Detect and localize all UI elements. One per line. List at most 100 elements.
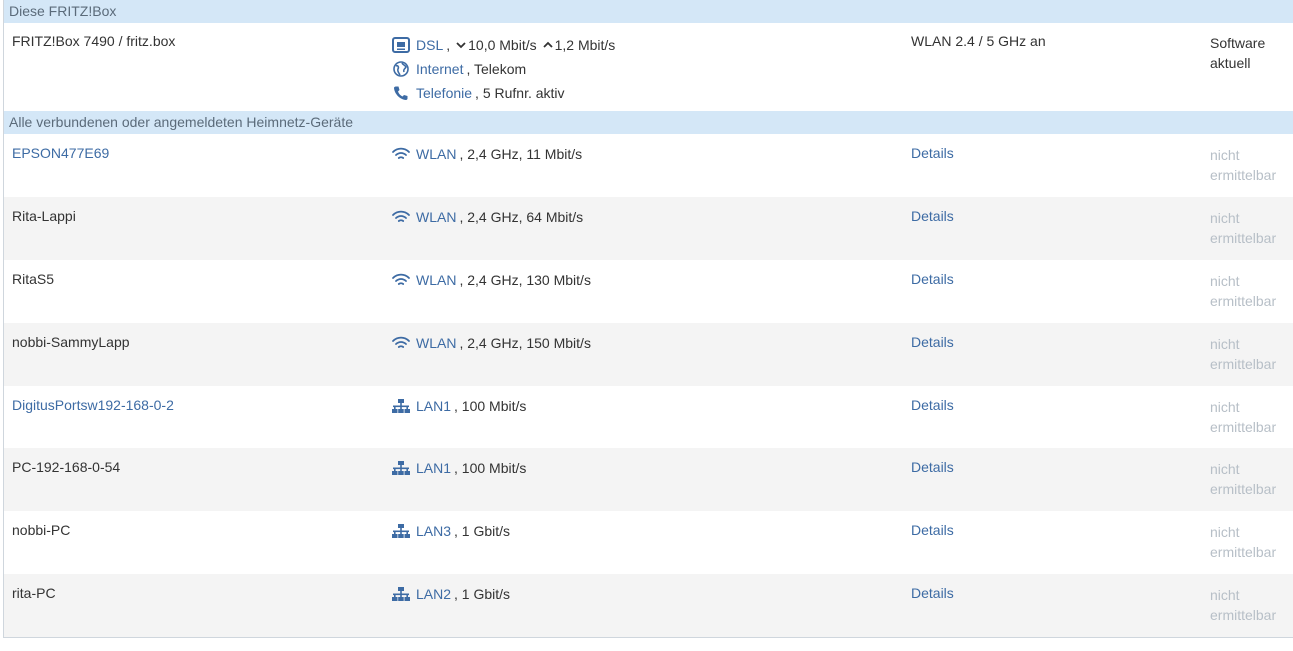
software-status-line1: Software xyxy=(1210,35,1266,51)
details-cell: Details xyxy=(911,334,1191,350)
device-name: nobbi-SammyLapp xyxy=(12,333,130,350)
connection-link[interactable]: LAN1 xyxy=(416,460,451,476)
device-property-line1: nicht xyxy=(1210,272,1240,289)
device-connection: LAN2 , 1 Gbit/s xyxy=(391,585,891,603)
dsl-modem-icon xyxy=(391,36,411,54)
device-property-line2: ermittelbar xyxy=(1210,607,1277,624)
device-name-cell: Rita-Lappi xyxy=(12,208,382,224)
device-connection: WLAN , 2,4 GHz, 130 Mbit/s xyxy=(391,271,891,289)
wifi-icon xyxy=(391,271,411,289)
details-link[interactable]: Details xyxy=(911,397,954,413)
device-name: Rita-Lappi xyxy=(12,207,76,224)
device-property: nicht ermittelbar xyxy=(1210,585,1293,625)
lan-network-icon xyxy=(391,459,411,477)
devices-section-header: Alle verbundenen oder angemeldeten Heimn… xyxy=(4,111,1293,134)
lan-network-icon xyxy=(391,397,411,415)
device-name-cell: nobbi-SammyLapp xyxy=(12,334,382,350)
device-name: rita-PC xyxy=(12,585,56,602)
device-connection: LAN1 , 100 Mbit/s xyxy=(391,459,891,477)
device-connection: WLAN , 2,4 GHz, 11 Mbit/s xyxy=(391,145,891,163)
connection-details: , 1 Gbit/s xyxy=(454,523,511,540)
device-row-1: Rita-Lappi WLAN , 2,4 GHz, 64 Mbit/s Det… xyxy=(4,196,1293,260)
device-property-line2: ermittelbar xyxy=(1210,167,1277,183)
connection-link[interactable]: WLAN xyxy=(416,146,456,162)
internet-line: Internet , Telekom xyxy=(391,57,891,81)
dsl-line: DSL , 10,0 Mbit/s 1,2 Mbit/s xyxy=(391,33,891,57)
device-name[interactable]: DigitusPortsw192-168-0-2 xyxy=(12,397,174,413)
internet-link[interactable]: Internet xyxy=(416,61,463,77)
connection-link[interactable]: WLAN xyxy=(416,272,456,288)
fritzbox-name: FRITZ!Box 7490 / fritz.box xyxy=(12,33,176,49)
this-fritzbox-header-label: Diese FRITZ!Box xyxy=(9,3,117,19)
device-property-line2: ermittelbar xyxy=(1210,292,1277,309)
details-link[interactable]: Details xyxy=(911,145,954,161)
device-property: nicht ermittelbar xyxy=(1210,208,1293,248)
details-link[interactable]: Details xyxy=(911,271,954,287)
details-link[interactable]: Details xyxy=(911,208,954,224)
device-property-line2: ermittelbar xyxy=(1210,481,1277,498)
wifi-icon xyxy=(391,145,411,163)
details-cell: Details xyxy=(911,397,1191,413)
device-name: RitaS5 xyxy=(12,270,55,287)
device-property: nicht ermittelbar xyxy=(1210,334,1293,374)
device-property: nicht ermittelbar xyxy=(1210,145,1293,185)
device-name: PC-192-168-0-54 xyxy=(12,459,121,476)
connection-link[interactable]: WLAN xyxy=(416,209,456,225)
software-status-line2: aktuell xyxy=(1210,55,1251,71)
device-name-cell: EPSON477E69 xyxy=(12,145,382,161)
device-name: nobbi-PC xyxy=(12,522,71,539)
details-link[interactable]: Details xyxy=(911,522,954,538)
device-property-line1: nicht xyxy=(1210,209,1240,226)
connection-link[interactable]: LAN3 xyxy=(416,523,451,539)
lan-network-icon xyxy=(391,522,411,540)
connection-link[interactable]: LAN2 xyxy=(416,586,451,602)
details-cell: Details xyxy=(911,522,1191,538)
lan-network-icon xyxy=(391,585,411,603)
device-property: nicht ermittelbar xyxy=(1210,271,1293,311)
device-connection: WLAN , 2,4 GHz, 150 Mbit/s xyxy=(391,334,891,352)
home-network-overview: Diese FRITZ!Box FRITZ!Box 7490 / fritz.b… xyxy=(3,0,1293,638)
device-row-3: nobbi-SammyLapp WLAN , 2,4 GHz, 150 Mbit… xyxy=(4,322,1293,386)
details-link[interactable]: Details xyxy=(911,459,954,475)
fritzbox-row: FRITZ!Box 7490 / fritz.box DSL , 10,0 Mb… xyxy=(4,23,1293,111)
device-property-line1: nicht xyxy=(1210,461,1240,478)
software-status: Software aktuell xyxy=(1210,33,1293,73)
device-row-5: PC-192-168-0-54 LAN1 , 100 Mbit/s Detail… xyxy=(4,448,1293,512)
device-name-cell: nobbi-PC xyxy=(12,522,382,538)
connection-details: , 2,4 GHz, 11 Mbit/s xyxy=(459,146,583,162)
device-row-4: DigitusPortsw192-168-0-2 LAN1 , 100 Mbit… xyxy=(4,386,1293,449)
device-connection-line: WLAN , 2,4 GHz, 150 Mbit/s xyxy=(391,334,891,352)
wifi-icon xyxy=(391,208,411,226)
device-connection: LAN3 , 1 Gbit/s xyxy=(391,522,891,540)
connection-details: , 2,4 GHz, 130 Mbit/s xyxy=(459,271,591,288)
telefonie-link[interactable]: Telefonie xyxy=(416,85,472,101)
internet-provider: , Telekom xyxy=(466,61,527,77)
device-name[interactable]: EPSON477E69 xyxy=(12,145,109,161)
wlan-status: WLAN 2.4 / 5 GHz an xyxy=(911,33,1046,49)
device-property-line1: nicht xyxy=(1210,147,1240,163)
chevron-up-icon xyxy=(542,41,553,49)
dsl-separator: , xyxy=(446,37,451,53)
details-cell: Details xyxy=(911,271,1191,287)
device-property: nicht ermittelbar xyxy=(1210,397,1293,437)
connection-details: , 1 Gbit/s xyxy=(454,586,511,603)
fritzbox-connections: DSL , 10,0 Mbit/s 1,2 Mbit/s Internet , … xyxy=(391,33,891,105)
device-property: nicht ermittelbar xyxy=(1210,459,1293,499)
telefonie-status: , 5 Rufnr. aktiv xyxy=(475,85,565,101)
details-link[interactable]: Details xyxy=(911,585,954,601)
device-property-line1: nicht xyxy=(1210,398,1240,415)
device-property-line2: ermittelbar xyxy=(1210,418,1277,435)
device-connection: LAN1 , 100 Mbit/s xyxy=(391,397,891,415)
devices-section-header-label: Alle verbundenen oder angemeldeten Heimn… xyxy=(9,114,353,130)
device-name-cell: rita-PC xyxy=(12,585,382,601)
dsl-link[interactable]: DSL xyxy=(416,37,443,53)
connection-details: , 2,4 GHz, 150 Mbit/s xyxy=(459,334,591,351)
connection-link[interactable]: WLAN xyxy=(416,335,456,351)
connection-link[interactable]: LAN1 xyxy=(416,398,451,414)
this-fritzbox-header: Diese FRITZ!Box xyxy=(4,0,1293,23)
device-connection-line: WLAN , 2,4 GHz, 11 Mbit/s xyxy=(391,145,891,163)
connection-details: , 2,4 GHz, 64 Mbit/s xyxy=(459,208,584,225)
details-link[interactable]: Details xyxy=(911,334,954,350)
device-connection-line: LAN1 , 100 Mbit/s xyxy=(391,459,891,477)
device-connection-line: LAN2 , 1 Gbit/s xyxy=(391,585,891,603)
